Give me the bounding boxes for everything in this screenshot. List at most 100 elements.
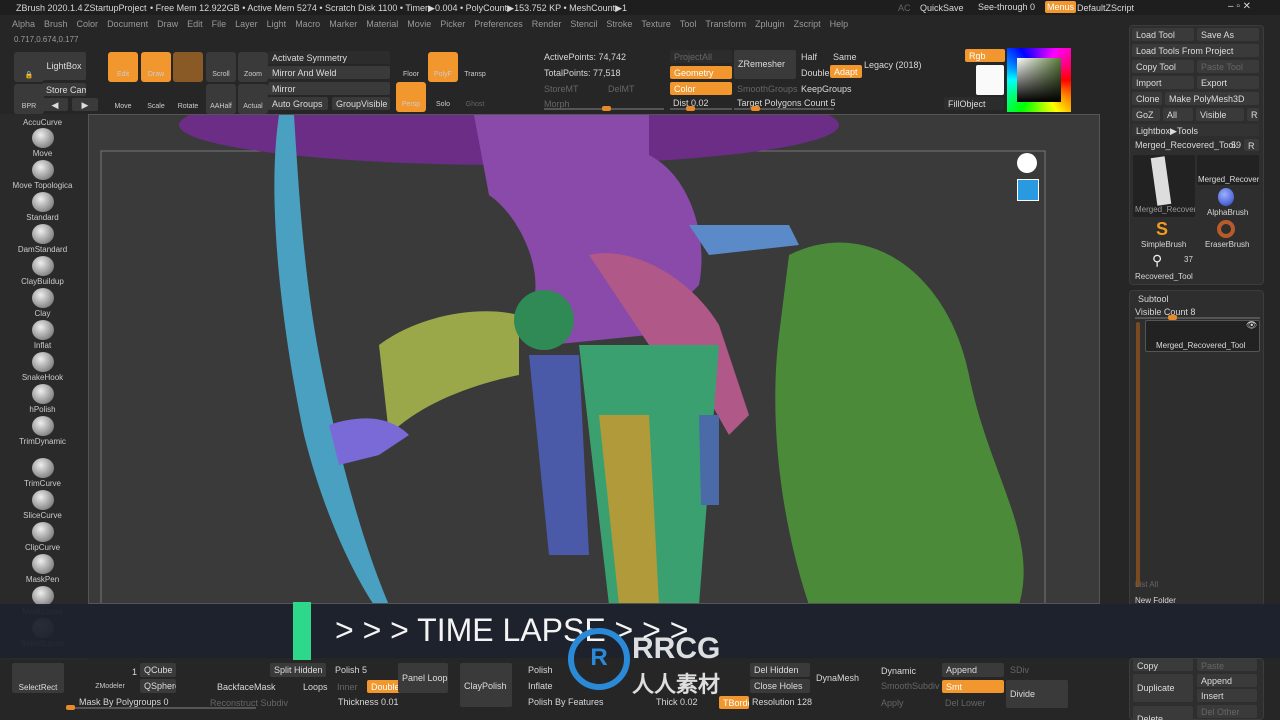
menu-item-macro[interactable]: Macro (295, 19, 320, 29)
color-button[interactable]: Color (670, 82, 732, 95)
mirror-weld-button[interactable]: Mirror And Weld (268, 66, 390, 79)
viewport[interactable] (88, 114, 1100, 604)
menu-item-stroke[interactable]: Stroke (606, 19, 632, 29)
qsphere-button[interactable]: QSphere (140, 679, 176, 693)
loops-button[interactable]: Loops (303, 682, 328, 692)
r-button[interactable]: R (1247, 108, 1259, 121)
brush-snakehook[interactable]: SnakeHook (0, 352, 85, 382)
bpr-button[interactable]: BPR (14, 84, 44, 114)
tborder-button[interactable]: TBorder (719, 696, 749, 709)
duplicate-button[interactable]: Duplicate (1133, 674, 1193, 702)
group-visible-button[interactable]: GroupVisible (332, 97, 390, 110)
insert-button[interactable]: Insert (1197, 689, 1257, 702)
subtool-header[interactable]: Subtool (1138, 294, 1169, 304)
fillobject-button[interactable]: FillObject (944, 97, 1004, 110)
scroll-button[interactable]: Scroll (206, 52, 236, 82)
spotlight-icon[interactable] (1017, 153, 1037, 173)
simplebrush-icon[interactable]: S (1156, 219, 1168, 240)
move-button[interactable]: Move (108, 84, 138, 114)
mask-polygroups-slider[interactable]: Mask By Polygroups 0 (79, 697, 169, 707)
main-color-swatch[interactable] (976, 65, 1004, 95)
tool-thumb-2[interactable]: Merged_Recover (1197, 155, 1259, 185)
ac-button[interactable]: AC (898, 3, 911, 13)
brush-move-topologica[interactable]: Move Topologica (0, 160, 85, 190)
close-holes-button[interactable]: Close Holes (750, 679, 810, 693)
panel-loops-button[interactable]: Panel Loops (398, 663, 448, 693)
same-button[interactable]: Same (833, 52, 857, 62)
brush-move[interactable]: Move (0, 128, 85, 158)
lock-icon[interactable]: 🔒 (14, 52, 44, 82)
visible-count-slider[interactable]: Visible Count 8 (1135, 307, 1195, 317)
target-slider-track[interactable] (734, 106, 834, 111)
claypolish-button[interactable]: ClayPolish (460, 663, 512, 707)
paste-tool-button[interactable]: Paste Tool (1197, 60, 1259, 73)
r-tool-button[interactable]: R (1244, 139, 1259, 151)
brush-trimdynamic[interactable]: TrimDynamic (0, 416, 85, 446)
transp-button[interactable]: Transp (460, 52, 490, 82)
export-button[interactable]: Export (1197, 76, 1259, 89)
delmt-button[interactable]: DelMT (608, 84, 635, 94)
list-all-button[interactable]: List All (1135, 580, 1158, 589)
brush-standard[interactable]: Standard (0, 192, 85, 222)
ghost-button[interactable]: Ghost (460, 82, 490, 112)
menu-item-file[interactable]: File (212, 19, 227, 29)
brush-damstandard[interactable]: DamStandard (0, 224, 85, 254)
actual-button[interactable]: Actual (238, 84, 268, 114)
menu-item-layer[interactable]: Layer (235, 19, 258, 29)
menu-item-draw[interactable]: Draw (157, 19, 178, 29)
zoom-button[interactable]: Zoom (238, 52, 268, 82)
dynamic-button[interactable]: Dynamic (881, 666, 916, 676)
default-zscript[interactable]: DefaultZScript (1077, 3, 1134, 13)
prev-cam-button[interactable]: ◀ (42, 98, 68, 111)
menu-item-texture[interactable]: Texture (641, 19, 671, 29)
menu-item-color[interactable]: Color (77, 19, 99, 29)
solo-button[interactable]: Solo (428, 82, 458, 112)
menu-item-edit[interactable]: Edit (187, 19, 203, 29)
menu-item-marker[interactable]: Marker (329, 19, 357, 29)
brush-trimcurve[interactable]: TrimCurve (0, 458, 85, 488)
sculpt-mode-button[interactable] (173, 52, 203, 82)
copy-button[interactable]: Copy (1133, 659, 1193, 671)
inner-button[interactable]: Inner (337, 682, 358, 692)
inflate-slider[interactable]: Inflate (528, 681, 553, 691)
menu-item-stencil[interactable]: Stencil (570, 19, 597, 29)
menu-item-zscript[interactable]: Zscript (794, 19, 821, 29)
brush-maskpen[interactable]: MaskPen (0, 554, 85, 584)
menu-item-picker[interactable]: Picker (440, 19, 465, 29)
lightbox-tools-button[interactable]: Lightbox▶Tools (1132, 124, 1259, 136)
geometry-button[interactable]: Geometry (670, 66, 732, 79)
menu-item-render[interactable]: Render (532, 19, 562, 29)
next-cam-button[interactable]: ▶ (72, 98, 98, 111)
eraserbrush-icon[interactable] (1217, 220, 1235, 238)
del-hidden-button[interactable]: Del Hidden (750, 663, 810, 677)
make-polymesh-button[interactable]: Make PolyMesh3D (1165, 92, 1259, 105)
morph-slider-track[interactable] (544, 106, 664, 111)
visible-count-track[interactable] (1135, 315, 1260, 320)
subtool-eye-icon[interactable]: 👁 (1246, 320, 1257, 331)
load-tools-from-project-button[interactable]: Load Tools From Project (1132, 44, 1259, 57)
visible-button[interactable]: Visible (1196, 108, 1244, 121)
double-button[interactable]: Double (801, 68, 830, 78)
backfacemask-button[interactable]: BackfaceMask (217, 682, 276, 692)
smt-button[interactable]: Smt (942, 680, 1004, 693)
brush-hpolish[interactable]: hPolish (0, 384, 85, 414)
smoothgroups-slider[interactable]: SmoothGroups (737, 84, 798, 94)
storemt-button[interactable]: StoreMT (544, 84, 579, 94)
auto-groups-button[interactable]: Auto Groups (268, 97, 328, 110)
zremesher-button[interactable]: ZRemesher (734, 50, 796, 79)
rotate-button[interactable]: Rotate (173, 84, 203, 114)
activate-symmetry-button[interactable]: Activate Symmetry (268, 51, 390, 64)
qcube-button[interactable]: QCube (140, 663, 176, 677)
smoothsubdiv-slider[interactable]: SmoothSubdiv (881, 681, 940, 691)
divide-button[interactable]: Divide (1006, 680, 1068, 708)
polish-slider[interactable]: Polish 5 (335, 665, 367, 675)
del-other-button[interactable]: Del Other (1197, 705, 1257, 718)
quicksave-button[interactable]: QuickSave (920, 3, 964, 13)
menu-item-tool[interactable]: Tool (680, 19, 697, 29)
zmodeler-button[interactable]: ZModeler (90, 664, 130, 694)
subtool-scrollbar[interactable] (1136, 322, 1140, 587)
load-tool-button[interactable]: Load Tool (1132, 28, 1194, 41)
menu-item-alpha[interactable]: Alpha (12, 19, 35, 29)
projectall-button[interactable]: ProjectAll (670, 50, 732, 63)
delete-button[interactable]: Delete (1133, 706, 1193, 720)
